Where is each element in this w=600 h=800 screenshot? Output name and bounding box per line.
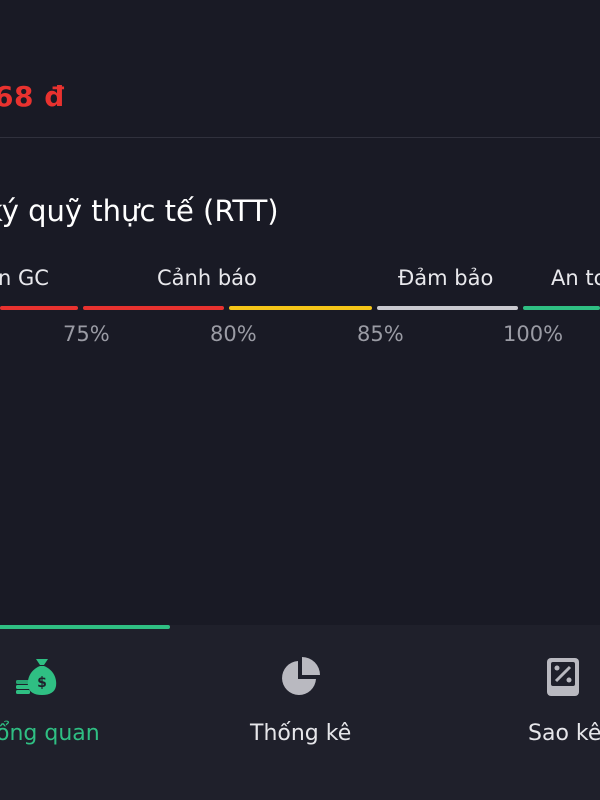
- level-label-warning: Cảnh báo: [157, 266, 257, 290]
- tab-overview[interactable]: $ ổng quan: [0, 625, 170, 800]
- level-segment-guaranteed: [377, 306, 518, 310]
- threshold-100: 100%: [503, 322, 564, 346]
- level-label-guaranteed: Đảm bảo: [398, 266, 494, 290]
- money-bag-icon: $: [14, 655, 58, 699]
- tab-statement[interactable]: Sao kê: [420, 625, 600, 800]
- level-segment-safe: [523, 306, 600, 310]
- tab-statistics[interactable]: Thống kê: [200, 625, 400, 800]
- statement-icon: [542, 655, 586, 699]
- pie-chart-icon: [278, 655, 322, 699]
- level-segment-caution: [229, 306, 372, 310]
- svg-text:$: $: [37, 675, 47, 691]
- rtt-section-title: ký quỹ thực tế (RTT): [0, 194, 279, 228]
- screen: 68 đ ký quỹ thực tế (RTT) n GC Cảnh báo …: [0, 0, 600, 800]
- bottom-nav: $ ổng quan Thống kê Sao kê: [0, 625, 600, 800]
- balance-amount: 68 đ: [0, 80, 65, 113]
- threshold-85: 85%: [357, 322, 404, 346]
- level-label-safe: An to: [551, 266, 600, 290]
- tab-overview-label: ổng quan: [0, 721, 100, 746]
- threshold-80: 80%: [210, 322, 257, 346]
- tab-statistics-label: Thống kê: [250, 721, 352, 746]
- level-label-call: n GC: [0, 266, 49, 290]
- section-divider: [0, 137, 600, 138]
- level-segment-call: [0, 306, 78, 310]
- level-segment-warning: [83, 306, 224, 310]
- tab-statement-label: Sao kê: [528, 721, 600, 746]
- threshold-75: 75%: [63, 322, 110, 346]
